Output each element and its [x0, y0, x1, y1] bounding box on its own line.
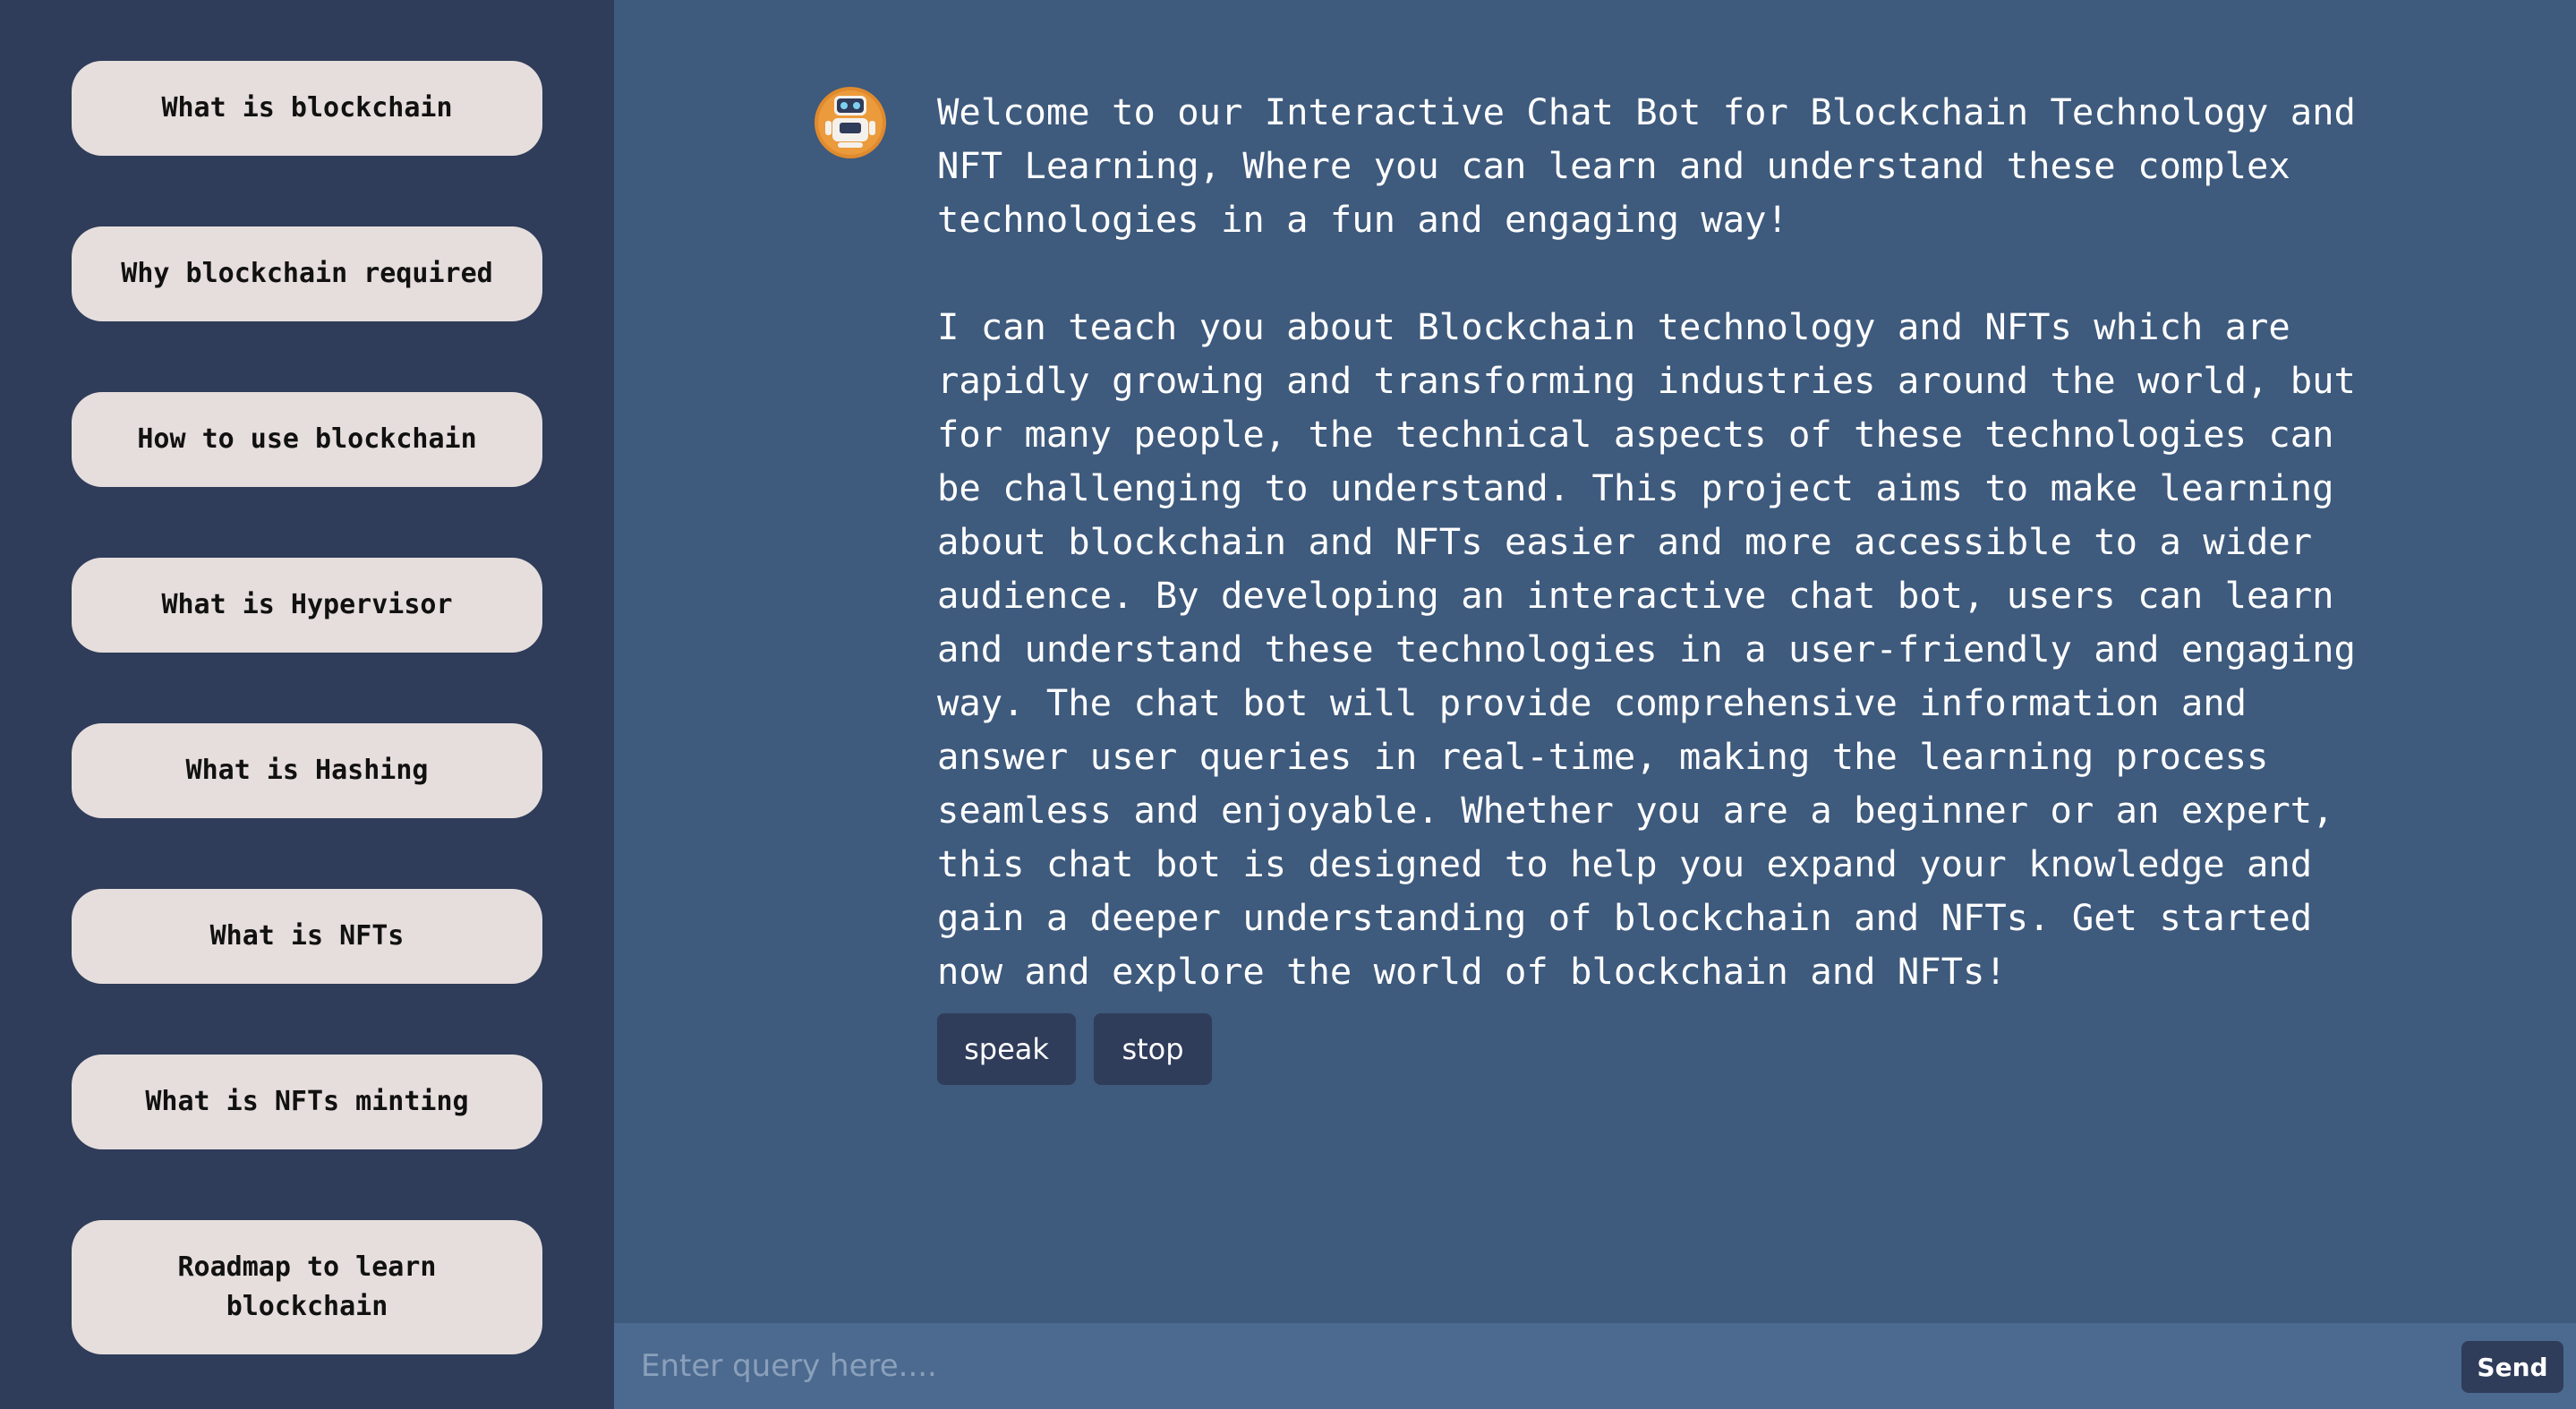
topic-button-what-is-nfts-minting[interactable]: What is NFTs minting	[72, 1055, 542, 1149]
sidebar: What is blockchain Why blockchain requir…	[0, 0, 614, 1409]
topic-button-what-is-hypervisor[interactable]: What is Hypervisor	[72, 558, 542, 653]
robot-avatar-icon	[815, 87, 886, 158]
speak-button[interactable]: speak	[937, 1013, 1076, 1085]
topic-button-roadmap-to-learn-blockchain[interactable]: Roadmap to learn blockchain	[72, 1220, 542, 1354]
topic-button-what-is-nfts[interactable]: What is NFTs	[72, 889, 542, 984]
topic-button-how-to-use-blockchain[interactable]: How to use blockchain	[72, 392, 542, 487]
send-button[interactable]: Send	[2461, 1341, 2563, 1393]
topic-button-what-is-hashing[interactable]: What is Hashing	[72, 723, 542, 818]
stop-button[interactable]: stop	[1094, 1013, 1212, 1085]
query-bar: Send	[614, 1323, 2576, 1409]
bot-message: Welcome to our Interactive Chat Bot for …	[937, 90, 2356, 993]
topic-button-why-blockchain-required[interactable]: Why blockchain required	[72, 226, 542, 321]
query-input[interactable]	[641, 1336, 2162, 1396]
topic-button-what-is-blockchain[interactable]: What is blockchain	[72, 61, 542, 156]
